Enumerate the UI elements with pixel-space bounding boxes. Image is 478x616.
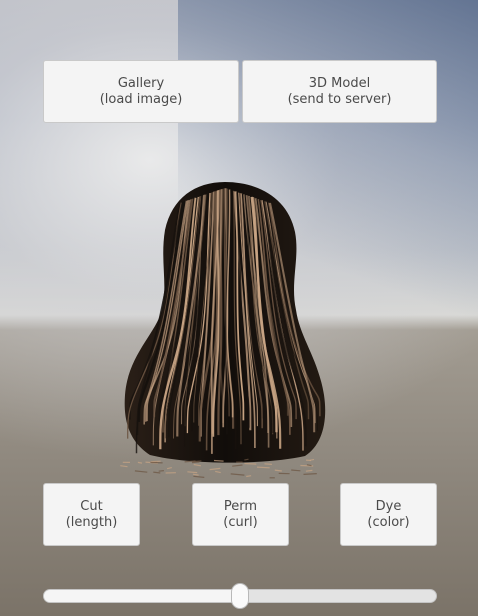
hair-fragment — [209, 467, 221, 471]
hair-fragment — [230, 473, 245, 476]
hair-fragment — [193, 463, 202, 467]
hair-model-viewport[interactable] — [100, 160, 350, 490]
hair-fragment — [305, 469, 313, 472]
cut-button[interactable]: Cut (length) — [43, 483, 140, 546]
hair-fragment — [232, 464, 243, 467]
perm-button[interactable]: Perm (curl) — [192, 483, 289, 546]
hair-fragment — [150, 461, 163, 464]
hair-fragment — [187, 471, 198, 474]
gallery-button-subtitle: (load image) — [99, 91, 183, 107]
adjustment-slider[interactable] — [43, 583, 437, 609]
cut-button-subtitle: (length) — [65, 514, 118, 530]
hair-fragment — [213, 459, 224, 462]
send-3d-model-button[interactable]: 3D Model (send to server) — [242, 60, 437, 123]
hair-fragment — [153, 471, 161, 474]
perm-button-title: Perm — [223, 498, 258, 514]
dye-button-title: Dye — [375, 498, 402, 514]
hair-fragment — [150, 460, 161, 463]
hair-fragment — [244, 462, 257, 465]
hair-fragment — [191, 461, 200, 464]
hair-fragment — [274, 469, 282, 472]
hair-fragment — [192, 473, 199, 476]
hair-fragment — [256, 466, 270, 469]
dye-button[interactable]: Dye (color) — [340, 483, 437, 546]
model-button-subtitle: (send to server) — [287, 91, 392, 107]
gallery-button-title: Gallery — [117, 75, 165, 91]
perm-button-subtitle: (curl) — [223, 514, 258, 530]
hair-fragment — [291, 469, 301, 472]
slider-handle[interactable] — [231, 583, 249, 609]
hair-fragment — [134, 470, 148, 473]
gallery-button[interactable]: Gallery (load image) — [43, 60, 239, 123]
hair-fragment — [120, 465, 128, 468]
hair-fragment — [264, 463, 272, 465]
hair-fragment — [215, 470, 221, 474]
hair-fragment — [193, 475, 205, 478]
cut-button-title: Cut — [80, 498, 103, 514]
hair-model-render — [120, 182, 326, 479]
slider-fill — [44, 590, 240, 602]
hair-fragment — [158, 470, 164, 472]
hair-fragment — [166, 467, 172, 470]
hair-fragment — [137, 461, 143, 464]
dye-button-subtitle: (color) — [367, 514, 410, 530]
hair-fragment — [246, 475, 252, 478]
model-button-title: 3D Model — [308, 75, 371, 91]
hair-fragment — [306, 464, 312, 467]
hair-fragment — [303, 473, 317, 475]
